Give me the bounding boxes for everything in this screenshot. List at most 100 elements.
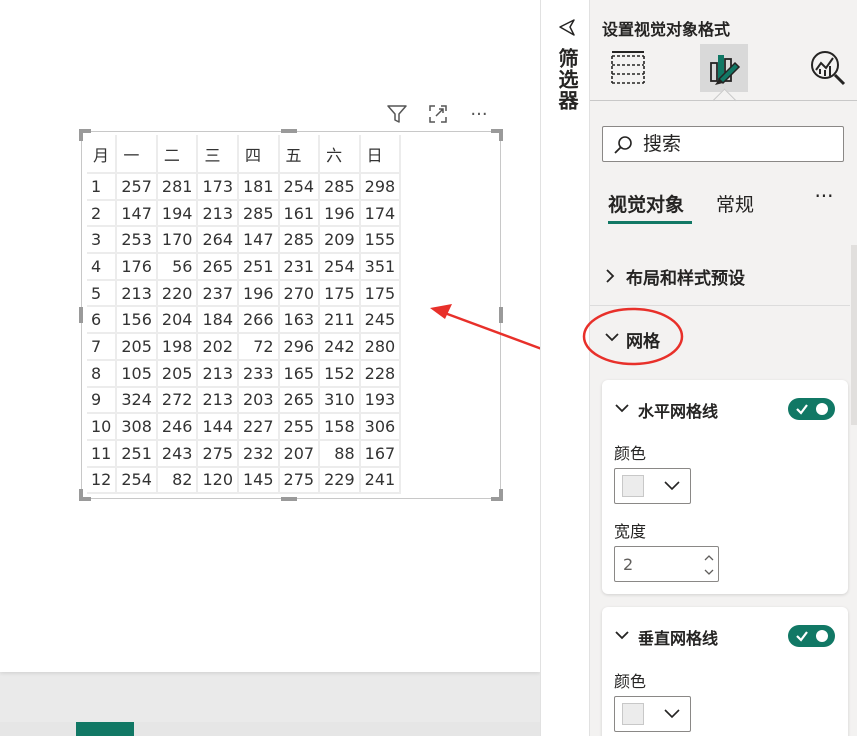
table-cell[interactable]: 264 [197, 226, 239, 255]
table-cell[interactable]: 227 [238, 413, 280, 441]
table-cell[interactable]: 242 [319, 333, 361, 361]
table-cell[interactable]: 233 [238, 359, 280, 388]
table-cell[interactable]: 175 [319, 279, 361, 308]
table-cell[interactable]: 203 [238, 386, 280, 415]
table-cell[interactable]: 232 [238, 439, 280, 468]
table-cell[interactable]: 184 [197, 306, 239, 335]
row-header-cell[interactable]: 10 [87, 413, 118, 441]
table-cell[interactable]: 220 [156, 279, 199, 308]
focus-mode-icon[interactable] [425, 100, 451, 128]
table-cell[interactable]: 209 [319, 226, 361, 255]
table-cell[interactable]: 229 [319, 466, 361, 495]
table-cell[interactable]: 211 [319, 306, 361, 335]
row-header-cell[interactable]: 3 [87, 226, 118, 255]
column-header[interactable]: 五 [278, 135, 321, 173]
table-cell[interactable]: 298 [359, 172, 402, 201]
table-cell[interactable]: 351 [359, 253, 402, 281]
more-options-button[interactable]: ··· [466, 100, 492, 128]
table-cell[interactable]: 308 [116, 413, 158, 441]
table-cell[interactable]: 281 [156, 172, 199, 201]
row-header-cell[interactable]: 5 [87, 279, 118, 308]
table-cell[interactable]: 257 [116, 172, 158, 201]
vertical-color-picker[interactable] [614, 696, 691, 732]
table-cell[interactable]: 254 [116, 466, 158, 495]
table-cell[interactable]: 120 [197, 466, 239, 495]
filter-icon[interactable] [384, 100, 410, 128]
vertical-gridlines-toggle[interactable] [788, 625, 835, 647]
column-header[interactable]: 二 [156, 135, 199, 173]
increment-button[interactable] [701, 550, 717, 564]
table-cell[interactable]: 253 [116, 226, 158, 255]
table-cell[interactable]: 196 [238, 279, 280, 308]
column-header[interactable]: 六 [319, 135, 361, 173]
section-layout-presets[interactable]: 布局和样式预设 [590, 247, 850, 306]
table-cell[interactable]: 82 [156, 466, 199, 495]
table-cell[interactable]: 228 [359, 359, 402, 388]
horizontal-gridlines-toggle[interactable] [788, 398, 835, 420]
table-cell[interactable]: 181 [238, 172, 280, 201]
row-header-cell[interactable]: 11 [87, 439, 118, 468]
table-cell[interactable]: 147 [238, 226, 280, 255]
table-cell[interactable]: 213 [197, 386, 239, 415]
row-header-cell[interactable]: 2 [87, 199, 118, 228]
table-cell[interactable]: 285 [238, 199, 280, 228]
table-cell[interactable]: 241 [359, 466, 402, 495]
table-cell[interactable]: 280 [359, 333, 402, 361]
table-cell[interactable]: 213 [197, 359, 239, 388]
table-cell[interactable]: 205 [116, 333, 158, 361]
decrement-button[interactable] [701, 565, 717, 579]
table-cell[interactable]: 193 [359, 386, 402, 415]
column-header[interactable]: 月 [87, 135, 118, 173]
selection-handle[interactable] [281, 129, 297, 133]
table-cell[interactable]: 147 [116, 199, 158, 228]
format-visual-icon[interactable] [700, 44, 748, 92]
row-header-cell[interactable]: 12 [87, 466, 118, 495]
row-header-cell[interactable]: 7 [87, 333, 118, 361]
table-cell[interactable]: 255 [278, 413, 321, 441]
table-cell[interactable]: 72 [238, 333, 280, 361]
table-cell[interactable]: 265 [197, 253, 239, 281]
analytics-icon[interactable] [804, 44, 852, 92]
table-cell[interactable]: 251 [238, 253, 280, 281]
filters-label[interactable]: 筛选器 [553, 48, 582, 111]
table-cell[interactable]: 167 [359, 439, 402, 468]
matrix-visual[interactable]: 月 一 二 三 四 五 六 日 1 257 281 173 181 254 285 298 2 1… [79, 129, 503, 501]
table-cell[interactable]: 265 [278, 386, 321, 415]
width-input[interactable] [623, 554, 693, 574]
search-box[interactable] [602, 126, 844, 162]
table-cell[interactable]: 266 [238, 306, 280, 335]
selection-handle[interactable] [281, 497, 297, 501]
table-cell[interactable]: 243 [156, 439, 199, 468]
table-cell[interactable]: 296 [278, 333, 321, 361]
table-cell[interactable]: 213 [197, 199, 239, 228]
table-cell[interactable]: 173 [197, 172, 239, 201]
table-cell[interactable]: 204 [156, 306, 199, 335]
table-cell[interactable]: 285 [278, 226, 321, 255]
collapse-filters-icon[interactable] [557, 18, 577, 42]
table-cell[interactable]: 196 [319, 199, 361, 228]
tab-visual[interactable]: 视觉对象 [608, 190, 684, 217]
table-cell[interactable]: 176 [116, 253, 158, 281]
selection-handle[interactable] [499, 307, 503, 323]
column-header[interactable]: 四 [238, 135, 280, 173]
selection-handle[interactable] [499, 129, 503, 141]
report-page[interactable]: ··· 月 一 二 三 四 五 六 日 1 257 281 173 181 25… [0, 0, 540, 672]
table-cell[interactable]: 285 [319, 172, 361, 201]
table-cell[interactable]: 275 [197, 439, 239, 468]
table-cell[interactable]: 170 [156, 226, 199, 255]
search-input[interactable] [643, 132, 833, 156]
table-cell[interactable]: 270 [278, 279, 321, 308]
row-header-cell[interactable]: 9 [87, 386, 118, 415]
table-cell[interactable]: 56 [156, 253, 199, 281]
table-cell[interactable]: 88 [319, 439, 361, 468]
table-cell[interactable]: 310 [319, 386, 361, 415]
table-cell[interactable]: 145 [238, 466, 280, 495]
table-cell[interactable]: 152 [319, 359, 361, 388]
selection-handle[interactable] [79, 489, 83, 501]
table-cell[interactable]: 213 [116, 279, 158, 308]
table-cell[interactable]: 158 [319, 413, 361, 441]
table-cell[interactable]: 207 [278, 439, 321, 468]
column-header[interactable]: 日 [359, 135, 402, 173]
selection-handle[interactable] [79, 129, 83, 141]
column-header[interactable]: 三 [197, 135, 239, 173]
